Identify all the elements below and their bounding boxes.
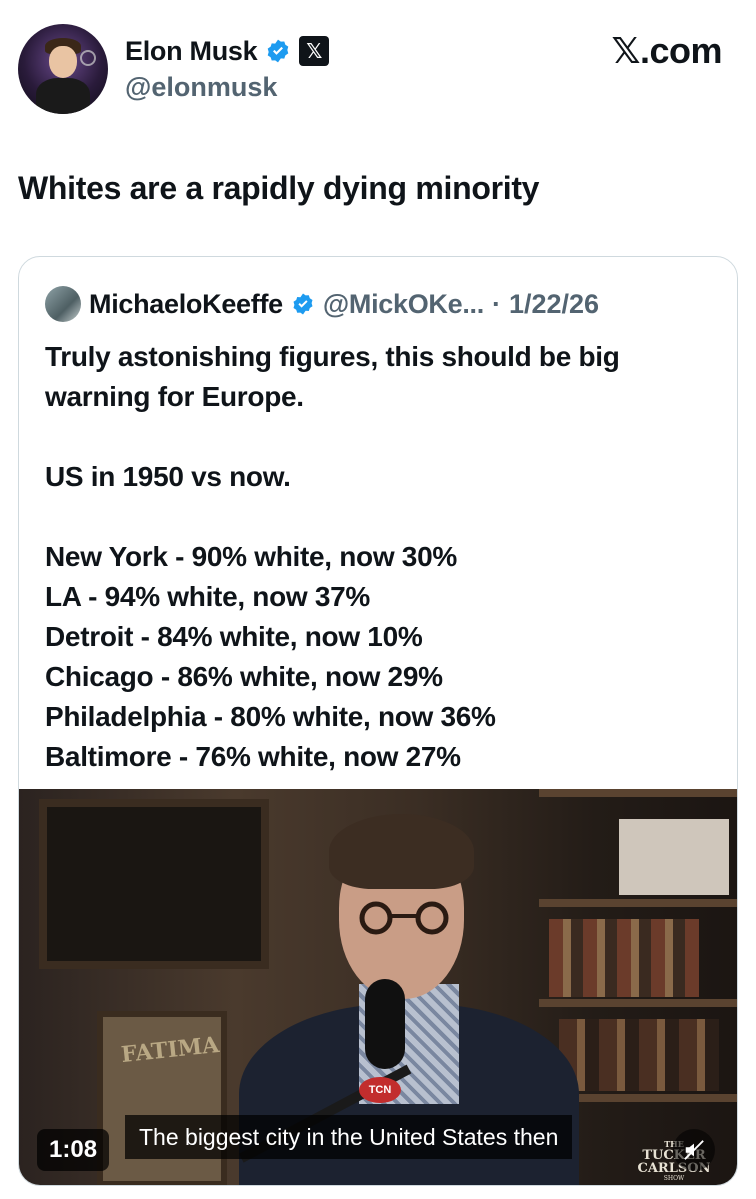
background-books [549,919,699,997]
quoted-text-line: Philadelphia - 80% white, now 36% [45,701,496,732]
video-player[interactable]: FATIMA TCN The biggest city in the Unite… [19,789,737,1185]
author-avatar[interactable] [18,24,108,114]
background-books [619,819,729,895]
quoted-text-line: Baltimore - 76% white, now 27% [45,741,461,772]
background-shelf [539,899,737,907]
quoted-text-line: Detroit - 84% white, now 10% [45,621,423,652]
post-header: Elon Musk 𝕏 @elonmusk 𝕏.com [0,0,756,140]
x-affiliation-icon: 𝕏 [299,36,330,66]
mic-flag-label: TCN [359,1077,401,1103]
author-handle[interactable]: @elonmusk [125,72,277,103]
quoted-tweet-text: Truly astonishing figures, this should b… [45,337,715,777]
person-hair [329,814,474,889]
background-window [39,799,269,969]
quoted-text-line: Truly astonishing figures, this should b… [45,341,620,412]
video-caption: The biggest city in the United States th… [125,1115,573,1159]
show-logo-line: SHOW [663,1175,685,1182]
quoted-tweet-card[interactable]: MichaeloKeeffe @MickOKe... · 1/22/26 Tru… [18,256,738,1186]
author-name-row: Elon Musk 𝕏 [125,33,330,69]
site-watermark: 𝕏.com [611,30,722,71]
background-picture-frame: FATIMA [97,1011,227,1185]
speaker-muted-icon [684,1140,704,1160]
video-duration: 1:08 [37,1129,110,1171]
quoted-author-avatar[interactable] [45,286,81,322]
background-shelf [539,999,737,1007]
person-glasses [359,901,449,935]
quoted-text-line: US in 1950 vs now. [45,461,291,492]
background-shelf [539,789,737,797]
quoted-author-handle[interactable]: @MickOKe... [323,289,484,320]
verified-badge-icon [293,293,313,315]
frame-text: FATIMA [119,1031,221,1069]
quoted-tweet-date[interactable]: 1/22/26 [509,289,599,320]
quoted-author-name[interactable]: MichaeloKeeffe [89,289,283,320]
quoted-tweet-header: MichaeloKeeffe @MickOKe... · 1/22/26 [45,285,599,323]
verified-badge-icon [268,39,289,63]
tweet-text: Whites are a rapidly dying minority [18,170,540,206]
quoted-text-line: Chicago - 86% white, now 29% [45,661,443,692]
quoted-text-line: New York - 90% white, now 30% [45,541,457,572]
author-display-name[interactable]: Elon Musk [125,36,258,67]
background-books [559,1019,719,1091]
microphone [365,979,405,1069]
separator-dot: · [491,288,501,319]
quoted-text-line: LA - 94% white, now 37% [45,581,371,612]
mute-button[interactable] [673,1129,715,1171]
